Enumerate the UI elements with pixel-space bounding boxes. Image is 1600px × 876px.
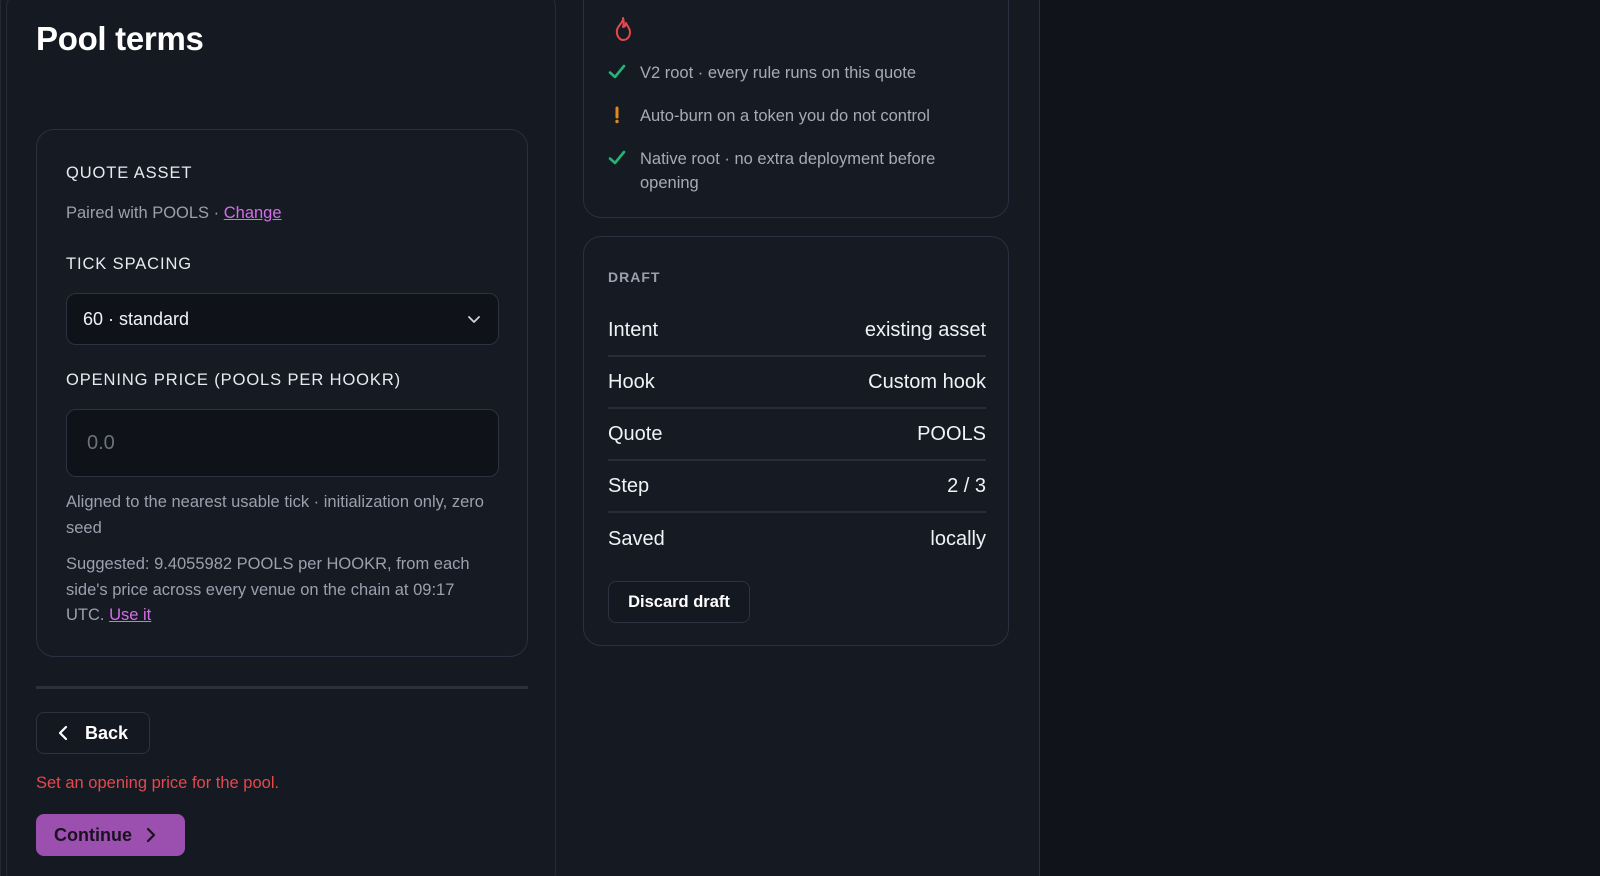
flame-icon	[615, 17, 631, 41]
back-button[interactable]: Back	[36, 712, 150, 754]
hook-checks-card: V2 root · every rule runs on this quote …	[583, 0, 1009, 218]
draft-row-value: locally	[930, 527, 986, 550]
draft-row-value: POOLS	[917, 422, 986, 445]
check-item-text: Native root · no extra deployment before…	[640, 150, 936, 192]
draft-row-intent: Intent existing asset	[608, 305, 986, 357]
opening-price-help: Aligned to the nearest usable tick · ini…	[66, 493, 484, 537]
draft-row-step: Step 2 / 3	[608, 461, 986, 513]
change-quote-link[interactable]: Change	[224, 204, 282, 222]
opening-price-input[interactable]	[66, 409, 499, 477]
tick-spacing-label: TICK SPACING	[66, 255, 193, 273]
quote-asset-line: Paired with POOLS · Change	[66, 204, 282, 223]
exclamation-icon	[608, 104, 626, 128]
check-item: V2 root · every rule runs on this quote	[608, 61, 990, 85]
draft-row-key: Step	[608, 474, 650, 497]
draft-row-value: Custom hook	[868, 370, 986, 393]
continue-label: Continue	[54, 824, 132, 845]
chevron-right-icon	[146, 827, 156, 843]
check-icon	[608, 147, 626, 195]
draft-row-value: 2 / 3	[947, 474, 986, 497]
check-icon	[608, 61, 626, 85]
draft-row-key: Saved	[608, 527, 665, 550]
draft-row-value: existing asset	[864, 318, 986, 341]
draft-label: DRAFT	[608, 269, 661, 285]
divider	[36, 686, 528, 689]
paired-with-text: Paired with POOLS ·	[66, 204, 220, 222]
back-label: Back	[85, 722, 129, 743]
check-item: Auto-burn on a token you do not control	[608, 104, 990, 128]
price-suggestion: Suggested: 9.4055982 POOLS per HOOKR, fr…	[66, 552, 491, 629]
draft-summary-card: DRAFT Intent existing asset Hook Custom …	[583, 236, 1009, 646]
validation-error: Set an opening price for the pool.	[36, 774, 280, 792]
opening-price-label: OPENING PRICE (POOLS PER HOOKR)	[66, 371, 402, 389]
pool-terms-card: QUOTE ASSET Paired with POOLS · Change T…	[36, 129, 528, 657]
quote-asset-label: QUOTE ASSET	[66, 164, 193, 182]
tick-spacing-value: 60 · standard	[83, 308, 190, 329]
draft-row-key: Quote	[608, 422, 663, 445]
draft-row-key: Intent	[608, 318, 659, 341]
check-item: Native root · no extra deployment before…	[608, 147, 990, 195]
check-item-text: Auto-burn on a token you do not control	[640, 107, 930, 125]
check-item-text: V2 root · every rule runs on this quote	[640, 64, 917, 82]
use-suggestion-link[interactable]: Use it	[109, 606, 151, 624]
chevron-left-icon	[58, 725, 68, 741]
draft-row-hook: Hook Custom hook	[608, 357, 986, 409]
draft-row-saved: Saved locally	[608, 513, 986, 565]
draft-row-key: Hook	[608, 370, 655, 393]
discard-draft-button[interactable]: Discard draft	[608, 581, 750, 623]
draft-row-quote: Quote POOLS	[608, 409, 986, 461]
page-title: Pool terms	[36, 20, 204, 57]
tick-spacing-select[interactable]: 60 · standard	[66, 293, 499, 345]
chevron-down-icon	[468, 316, 480, 323]
continue-button[interactable]: Continue	[36, 814, 185, 856]
